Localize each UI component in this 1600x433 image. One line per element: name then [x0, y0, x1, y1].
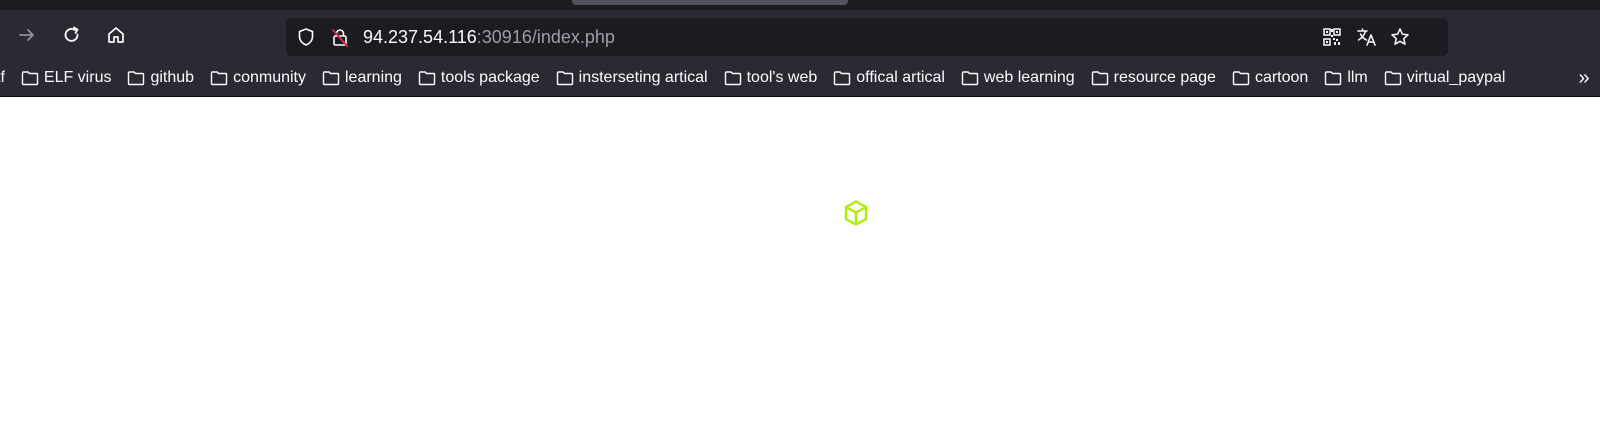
folder-icon: [1384, 71, 1401, 86]
bookmark-label: github: [150, 69, 195, 86]
bookmark-label: tools package: [440, 69, 540, 86]
insecure-lock-icon[interactable]: [330, 27, 350, 47]
bookmark-label: ELF virus: [43, 69, 112, 86]
page-content: [0, 97, 1600, 433]
bookmark-folder-offical-artical[interactable]: offical artical: [829, 64, 949, 92]
folder-icon: [1091, 71, 1108, 86]
folder-icon: [128, 71, 145, 86]
folder-icon: [961, 71, 979, 86]
folder-icon: [418, 71, 436, 86]
forward-button[interactable]: [10, 18, 44, 52]
bookmark-folder-virtual-paypal[interactable]: virtual_paypal: [1380, 64, 1510, 92]
bookmark-label: resource page: [1113, 69, 1216, 86]
bookmark-folder-tools-web[interactable]: tool's web: [720, 64, 822, 92]
bookmark-label: llm: [1347, 69, 1368, 86]
bookmark-folder-github[interactable]: github: [123, 64, 198, 92]
cube-icon: [842, 199, 870, 227]
home-button[interactable]: [99, 18, 133, 52]
bookmark-folder-learning[interactable]: learning: [318, 64, 406, 92]
bookmark-label: conmunity: [233, 69, 306, 86]
bookmark-folder-insterseting-artical[interactable]: insterseting artical: [552, 64, 712, 92]
bookmark-folder-elf-virus[interactable]: ELF virus: [17, 64, 116, 92]
bookmark-folder-cartoon[interactable]: cartoon: [1228, 64, 1312, 92]
navigation-toolbar: 94.237.54.116:30916/index.php: [0, 10, 1600, 60]
bookmark-tf[interactable]: tf: [0, 64, 9, 92]
bookmark-label: virtual_paypal: [1406, 69, 1506, 86]
bookmarks-overflow-button[interactable]: »: [1572, 64, 1596, 92]
bookmark-label: tool's web: [746, 69, 818, 86]
bookmark-label: web learning: [983, 69, 1075, 86]
bookmark-label: learning: [344, 69, 402, 86]
bookmarks-toolbar: tf ELF virus github conmunity learning t…: [0, 60, 1600, 97]
bookmark-folder-resource-page[interactable]: resource page: [1087, 64, 1220, 92]
url-host: 94.237.54.116: [363, 27, 477, 47]
bookmark-folder-tools-package[interactable]: tools package: [414, 64, 544, 92]
url-bar[interactable]: 94.237.54.116:30916/index.php: [286, 18, 1448, 56]
folder-icon: [724, 71, 741, 86]
url-path: :30916/index.php: [476, 27, 615, 47]
folder-icon: [556, 71, 573, 86]
reload-icon: [62, 25, 82, 45]
home-icon: [106, 25, 126, 45]
forward-arrow-icon: [17, 25, 37, 45]
bookmark-folder-web-learning[interactable]: web learning: [957, 64, 1079, 92]
folder-icon: [834, 71, 851, 86]
folder-icon: [1232, 71, 1250, 86]
bookmark-label: cartoon: [1254, 69, 1309, 86]
active-tab-edge[interactable]: [572, 0, 848, 5]
bookmark-label: insterseting artical: [578, 69, 708, 86]
star-icon[interactable]: [1390, 27, 1410, 47]
bookmark-folder-llm[interactable]: llm: [1320, 64, 1371, 92]
shield-icon[interactable]: [296, 27, 316, 47]
folder-icon: [21, 71, 39, 86]
translate-icon[interactable]: [1356, 27, 1376, 47]
bookmark-label: tf: [0, 69, 5, 86]
reload-button[interactable]: [55, 18, 89, 52]
tab-strip: [0, 0, 1600, 10]
bookmark-label: offical artical: [856, 69, 945, 86]
bookmark-folder-conmunity[interactable]: conmunity: [206, 64, 310, 92]
url-text[interactable]: 94.237.54.116:30916/index.php: [363, 27, 615, 47]
chevron-double-right-icon: »: [1578, 66, 1590, 89]
qr-code-icon[interactable]: [1322, 27, 1342, 47]
folder-icon: [1325, 71, 1342, 86]
folder-icon: [210, 71, 228, 86]
folder-icon: [322, 71, 340, 86]
